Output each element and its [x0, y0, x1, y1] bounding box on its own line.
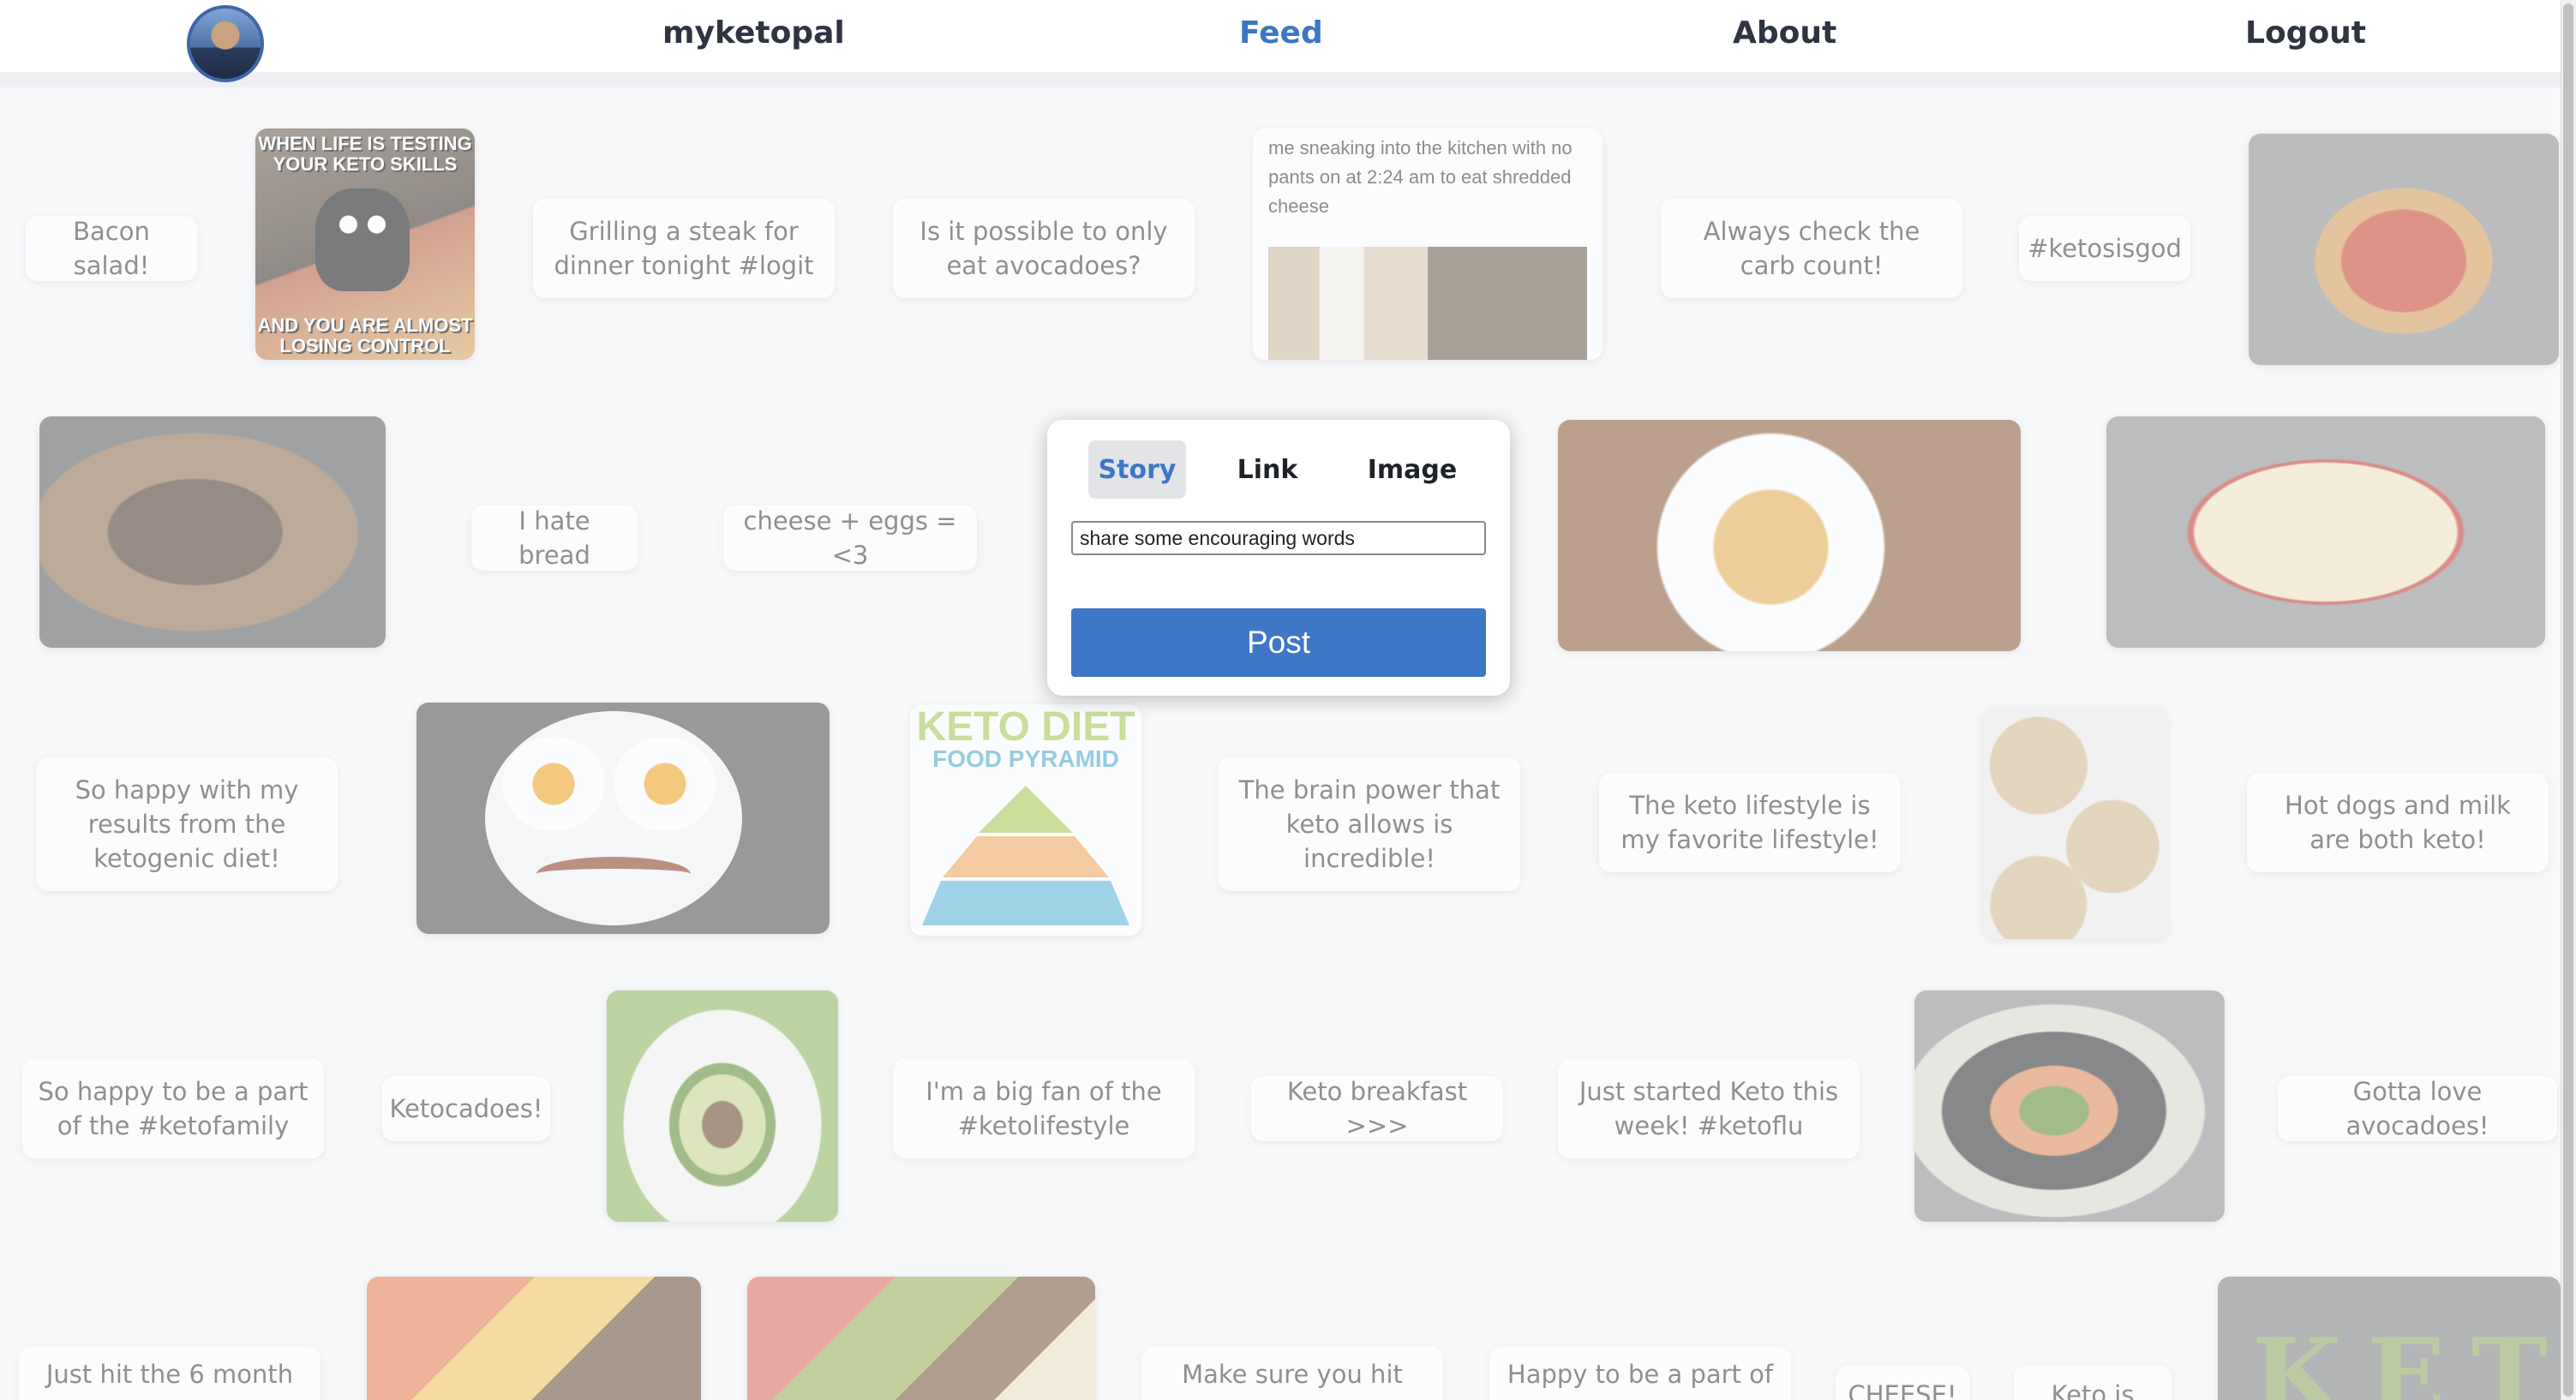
- nav-logout-link[interactable]: Logout: [2245, 15, 2366, 51]
- meme-bottom-text: AND YOU ARE ALMOST LOSING CONTROL: [257, 314, 473, 356]
- post-card[interactable]: I'm a big fan of the #ketolifestyle: [893, 1059, 1195, 1158]
- post-card[interactable]: cheese + eggs = <3: [723, 506, 977, 571]
- post-card[interactable]: Keto is life!: [2014, 1366, 2172, 1400]
- post-card[interactable]: Ketocadoes!: [382, 1076, 550, 1141]
- egg-face-image[interactable]: [416, 703, 830, 934]
- keto-letters: KETO: [2252, 1316, 2561, 1400]
- cookies-image[interactable]: [1983, 708, 2168, 939]
- post-composer: Story Link Image Post: [1047, 420, 1510, 696]
- user-avatar[interactable]: [187, 5, 264, 82]
- post-card[interactable]: Happy to be a part of: [1489, 1347, 1791, 1400]
- post-card[interactable]: The keto lifestyle is my favorite lifest…: [1599, 773, 1901, 872]
- story-input[interactable]: [1071, 521, 1486, 555]
- keto-letters-image[interactable]: KETO: [2218, 1277, 2561, 1400]
- tweet-image[interactable]: me sneaking into the kitchen with no pan…: [1253, 129, 1603, 360]
- post-card[interactable]: So happy with my results from the ketoge…: [36, 757, 338, 891]
- top-navbar: myketopal Feed About Logout: [0, 0, 2561, 87]
- avocado-image[interactable]: [607, 990, 838, 1222]
- pancake-image[interactable]: [1558, 420, 2021, 651]
- meme-image[interactable]: WHEN LIFE IS TESTING YOUR KETO SKILLS AN…: [255, 129, 475, 360]
- scrollbar-thumb[interactable]: [2563, 3, 2573, 1397]
- dog-graphic: [315, 188, 410, 291]
- post-card[interactable]: Just hit the 6 month: [19, 1347, 321, 1400]
- post-card[interactable]: Hot dogs and milk are both keto!: [2247, 773, 2549, 872]
- nav-brand-link[interactable]: myketopal: [662, 15, 845, 51]
- feed-grid: Bacon salad! WHEN LIFE IS TESTING YOUR K…: [0, 103, 2561, 1400]
- creamy-dish-image[interactable]: [2106, 416, 2545, 648]
- pyramid-graphic: [922, 786, 1129, 925]
- bacon-graphic: [536, 857, 691, 891]
- dog-photo: [1268, 247, 1587, 360]
- post-card[interactable]: Grilling a steak for dinner tonight #log…: [533, 199, 835, 298]
- pyramid-image[interactable]: KETO DIET FOOD PYRAMID: [910, 704, 1141, 936]
- post-card[interactable]: Is it possible to only eat avocadoes?: [893, 199, 1195, 298]
- post-card[interactable]: I hate bread: [471, 506, 638, 571]
- post-card[interactable]: The brain power that keto allows is incr…: [1219, 757, 1520, 891]
- page-scrollbar[interactable]: [2561, 0, 2576, 1400]
- pyramid-title: KETO DIET: [916, 704, 1135, 750]
- post-card[interactable]: Keto breakfast >>>: [1251, 1076, 1503, 1141]
- egg-graphic: [502, 737, 605, 831]
- pizza-image[interactable]: [2249, 134, 2559, 365]
- tab-image[interactable]: Image: [1359, 440, 1465, 499]
- food-spread-image[interactable]: [747, 1277, 1095, 1400]
- egg-graphic: [614, 737, 716, 831]
- pyramid-subtitle: FOOD PYRAMID: [932, 745, 1119, 772]
- post-card[interactable]: CHEESE!: [1836, 1366, 1969, 1400]
- tweet-text: me sneaking into the kitchen with no pan…: [1268, 137, 1573, 217]
- steak-image[interactable]: [39, 416, 386, 648]
- post-card[interactable]: #ketosisgod: [2019, 216, 2190, 281]
- tab-link[interactable]: Link: [1219, 440, 1316, 499]
- keto-breakfast-image[interactable]: [1914, 990, 2225, 1222]
- post-card[interactable]: Gotta love avocadoes!: [2278, 1076, 2557, 1141]
- post-card[interactable]: Make sure you hit your: [1141, 1347, 1443, 1400]
- post-card[interactable]: Always check the carb count!: [1661, 199, 1962, 298]
- post-button[interactable]: Post: [1071, 608, 1486, 677]
- nav-feed-link[interactable]: Feed: [1239, 15, 1323, 51]
- post-card[interactable]: So happy to be a part of the #ketofamily: [22, 1059, 324, 1158]
- post-card[interactable]: Bacon salad!: [26, 216, 197, 281]
- meme-top-text: WHEN LIFE IS TESTING YOUR KETO SKILLS: [258, 133, 472, 175]
- post-card[interactable]: Just started Keto this week! #ketoflu: [1558, 1059, 1860, 1158]
- nav-about-link[interactable]: About: [1733, 15, 1836, 51]
- tab-story[interactable]: Story: [1088, 440, 1186, 499]
- salmon-image[interactable]: [367, 1277, 701, 1400]
